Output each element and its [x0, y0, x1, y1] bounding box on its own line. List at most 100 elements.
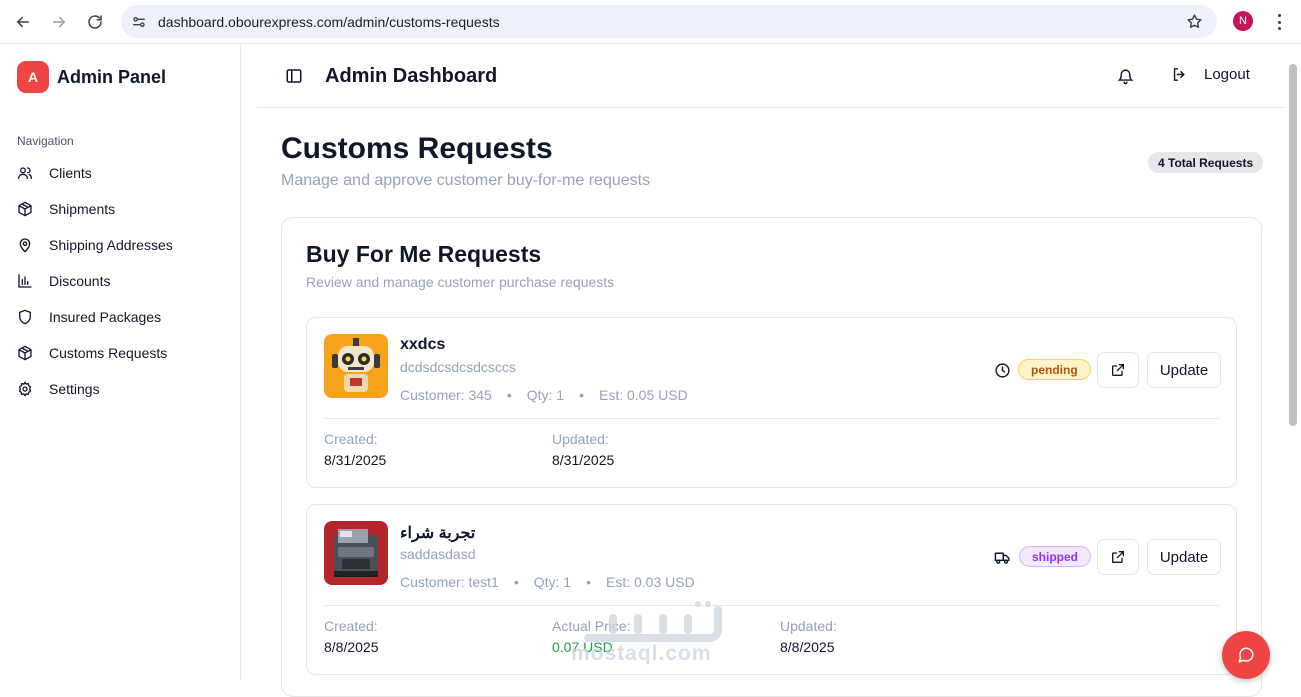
request-estimate: Est: 0.03 USD: [606, 574, 695, 590]
requests-card: Buy For Me Requests Review and manage cu…: [281, 217, 1262, 697]
brand-logo: A: [17, 61, 49, 93]
bookmark-star-icon[interactable]: [1186, 13, 1203, 30]
meta-separator: •: [513, 574, 519, 590]
total-requests-badge: 4 Total Requests: [1148, 152, 1264, 173]
sidebar-item-clients[interactable]: Clients: [8, 155, 232, 191]
meta-separator: •: [586, 574, 591, 590]
card-title: Buy For Me Requests: [306, 241, 542, 267]
bell-icon[interactable]: [1117, 68, 1134, 85]
request-meta: Customer: test1 • Qty: 1 • Est: 0.03 USD: [400, 574, 695, 590]
reload-button[interactable]: [77, 4, 113, 40]
request-estimate: Est: 0.05 USD: [599, 387, 688, 403]
sidebar-item-label: Insured Packages: [49, 309, 162, 325]
page-scrollbar-thumb[interactable]: [1289, 64, 1297, 426]
profile-avatar[interactable]: N: [1233, 11, 1253, 31]
request-description: saddasdasd: [400, 546, 476, 562]
nav-list: Clients Shipments Shipping Addresses Dis…: [8, 155, 232, 407]
address-bar[interactable]: dashboard.obourexpress.com/admin/customs…: [121, 5, 1217, 38]
sidebar-item-label: Settings: [49, 381, 100, 397]
map-pin-icon: [19, 238, 31, 253]
created-label: Created:: [324, 431, 378, 447]
request-qty: Qty: 1: [533, 574, 572, 590]
open-link-button[interactable]: [1097, 539, 1139, 575]
sidebar-item-label: Discounts: [49, 273, 111, 289]
created-label: Created:: [324, 618, 378, 634]
page-subtitle: Manage and approve customer buy-for-me r…: [281, 172, 651, 189]
updated-value: 8/31/2025: [552, 452, 615, 468]
sidebar-item-insured-packages[interactable]: Insured Packages: [8, 299, 232, 335]
meta-separator: •: [506, 387, 512, 403]
reload-icon: [88, 14, 102, 29]
product-image: [324, 521, 388, 585]
update-button[interactable]: Update: [1147, 352, 1221, 388]
back-button[interactable]: [5, 4, 41, 40]
brand[interactable]: A Admin Panel: [17, 61, 166, 93]
watermark-text: mostaql.com: [571, 642, 712, 665]
updated-value: 8/8/2025: [780, 639, 835, 655]
sidebar-item-shipments[interactable]: Shipments: [8, 191, 232, 227]
updated-label: Updated:: [552, 431, 609, 447]
request-meta: Customer: 345 • Qty: 1 • Est: 0.05 USD: [400, 387, 688, 403]
site-settings-icon[interactable]: [131, 14, 147, 30]
sidebar-item-label: Shipping Addresses: [49, 237, 173, 253]
sidebar-item-label: Clients: [49, 165, 92, 181]
created-field: Created: 8/8/2025: [324, 618, 379, 655]
url-text[interactable]: dashboard.obourexpress.com/admin/customs…: [158, 14, 500, 30]
updated-field: Updated: 8/31/2025: [552, 431, 614, 468]
meta-separator: •: [579, 387, 584, 403]
main-header: Admin Dashboard Logout: [257, 45, 1285, 108]
sidebar-item-discounts[interactable]: Discounts: [8, 263, 232, 299]
sidebar-item-settings[interactable]: Settings: [8, 371, 232, 407]
update-button[interactable]: Update: [1147, 539, 1221, 575]
sidebar-item-label: Shipments: [49, 201, 116, 217]
arrow-left-icon: [16, 16, 29, 27]
request-customer: Customer: 345: [400, 387, 492, 403]
created-value: 8/8/2025: [324, 639, 379, 655]
status-badge: shipped: [1019, 546, 1092, 567]
open-link-button[interactable]: [1097, 352, 1139, 388]
product-image: [324, 334, 388, 398]
updated-label: Updated:: [780, 618, 837, 634]
watermark-logo: mostaql.com: [568, 598, 733, 668]
nav-heading: Navigation: [17, 134, 74, 148]
sidebar-item-shipping-addresses[interactable]: Shipping Addresses: [8, 227, 232, 263]
logout-button[interactable]: Logout: [1171, 66, 1250, 83]
browser-menu-icon[interactable]: [1270, 12, 1288, 32]
request-item: تجربة شراء saddasdasd Customer: test1 • …: [306, 504, 1237, 675]
truck-icon: [994, 552, 1010, 564]
request-name: xxdcs: [400, 336, 446, 353]
card-subtitle: Review and manage customer purchase requ…: [306, 274, 615, 290]
logout-label: Logout: [1204, 66, 1250, 83]
browser-toolbar: dashboard.obourexpress.com/admin/customs…: [0, 0, 1301, 44]
request-description: dcdsdcsdcsdcsccs: [400, 359, 516, 375]
created-field: Created: 8/31/2025: [324, 431, 386, 468]
gear-icon: [18, 381, 32, 397]
logout-icon: [1173, 68, 1185, 81]
updated-field: Updated: 8/8/2025: [780, 618, 837, 655]
status-badge: pending: [1018, 359, 1091, 380]
shield-icon: [19, 309, 31, 325]
bar-chart-icon: [18, 274, 32, 288]
package-icon: [18, 201, 32, 217]
page-title: Customs Requests: [281, 132, 553, 165]
sidebar-toggle-icon[interactable]: [285, 67, 303, 85]
sidebar-item-customs-requests[interactable]: Customs Requests: [8, 335, 232, 371]
users-icon: [18, 167, 32, 179]
header-title: Admin Dashboard: [325, 65, 498, 87]
request-item: xxdcs dcdsdcsdcsdcsccs Customer: 345 • Q…: [306, 317, 1237, 488]
divider: [324, 418, 1219, 419]
request-name: تجربة شراء: [400, 525, 476, 542]
sidebar: A Admin Panel Navigation Clients Shipmen…: [0, 45, 241, 681]
request-qty: Qty: 1: [526, 387, 565, 403]
request-customer: Customer: test1: [400, 574, 499, 590]
chat-bubble-icon: [1238, 647, 1254, 663]
divider: [324, 605, 1219, 606]
clock-icon: [995, 363, 1010, 378]
forward-button[interactable]: [41, 4, 77, 40]
external-link-icon: [1112, 551, 1124, 563]
created-value: 8/31/2025: [324, 452, 387, 468]
brand-title: Admin Panel: [57, 66, 167, 87]
chat-button[interactable]: [1222, 631, 1270, 679]
sidebar-item-label: Customs Requests: [49, 345, 168, 361]
arrow-right-icon: [53, 16, 66, 27]
